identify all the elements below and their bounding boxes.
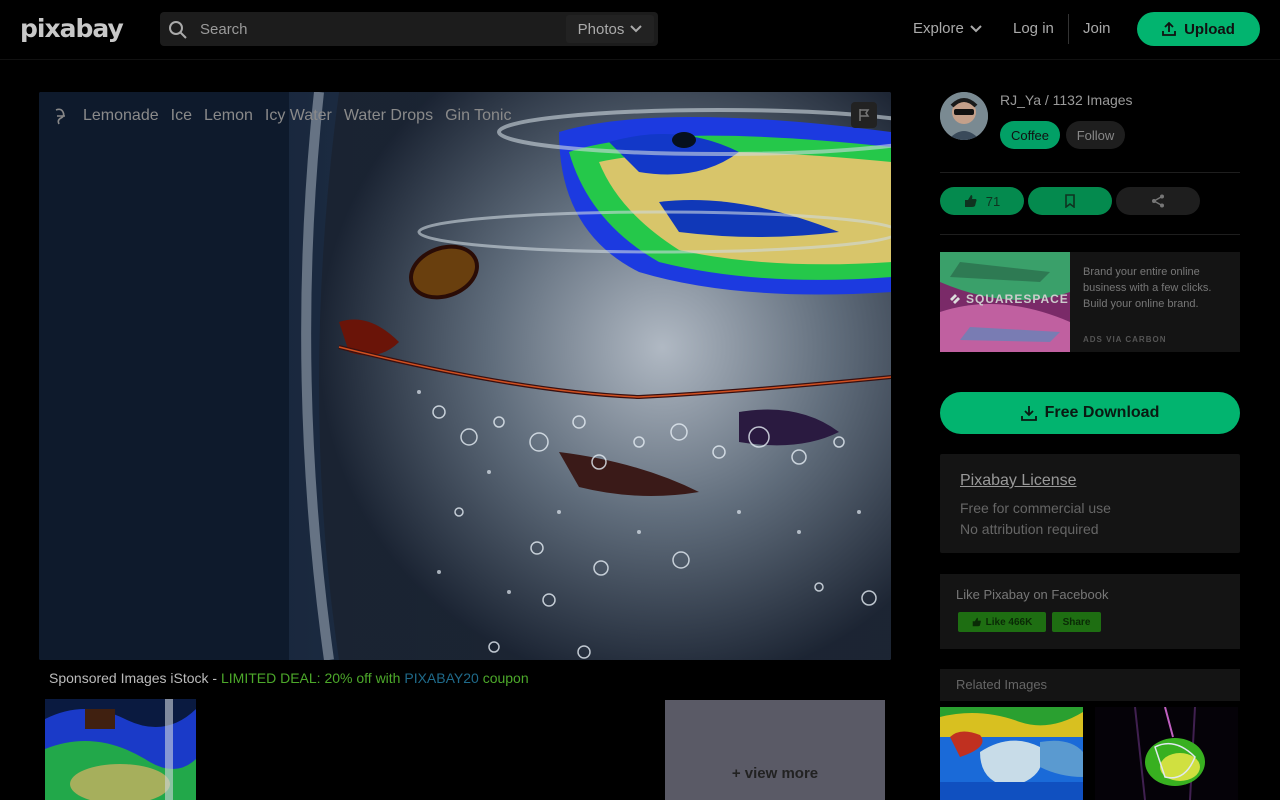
share-icon bbox=[1152, 194, 1164, 208]
related-image-artwork bbox=[1095, 707, 1238, 800]
related-image-artwork bbox=[940, 707, 1083, 800]
related-image[interactable] bbox=[1095, 707, 1238, 800]
main-photo[interactable]: Lemonade Ice Lemon Icy Water Water Drops… bbox=[39, 92, 891, 660]
chevron-down-icon bbox=[970, 24, 982, 32]
carbon-ad[interactable]: SQUARESPACE Brand your entire online bus… bbox=[940, 252, 1240, 352]
ad-image[interactable]: SQUARESPACE bbox=[940, 252, 1070, 352]
tag-ice[interactable]: Ice bbox=[171, 107, 192, 125]
search-type-label: Photos bbox=[577, 20, 625, 38]
sponsored-suffix[interactable]: coupon bbox=[479, 670, 529, 686]
author-name[interactable]: RJ_Ya / 1132 Images bbox=[1000, 92, 1133, 108]
license-commercial: Free for commercial use bbox=[960, 500, 1111, 516]
divider bbox=[940, 234, 1240, 235]
bookmark-button[interactable] bbox=[1028, 187, 1112, 215]
upload-button[interactable]: Upload bbox=[1137, 12, 1260, 46]
photo-artwork bbox=[39, 92, 891, 660]
search-icon[interactable] bbox=[168, 20, 188, 40]
tag-icy-water[interactable]: Icy Water bbox=[265, 107, 332, 125]
tag-lemon[interactable]: Lemon bbox=[204, 107, 253, 125]
tag-lemonade[interactable]: Lemonade bbox=[83, 107, 159, 125]
sponsored-deal[interactable]: LIMITED DEAL: 20% off with bbox=[221, 670, 404, 686]
upload-icon bbox=[1162, 22, 1176, 36]
ad-brand-label: SQUARESPACE bbox=[966, 292, 1069, 306]
squarespace-icon bbox=[950, 294, 960, 304]
author-avatar[interactable] bbox=[940, 92, 988, 140]
thumbs-up-icon bbox=[972, 617, 981, 627]
related-image[interactable] bbox=[940, 707, 1083, 800]
facebook-like-label: Like 466K bbox=[985, 616, 1033, 628]
author-avatar-artwork bbox=[940, 92, 988, 140]
tag-water-drops[interactable]: Water Drops bbox=[344, 107, 433, 125]
search-input[interactable] bbox=[200, 12, 560, 46]
related-images-header: Related Images bbox=[940, 669, 1240, 701]
chevron-down-icon bbox=[630, 25, 643, 33]
view-more-button[interactable]: + view more bbox=[665, 700, 885, 800]
login-link[interactable]: Log in bbox=[1013, 20, 1054, 37]
sponsored-prefix: Sponsored Images iStock - bbox=[49, 670, 221, 686]
license-attribution: No attribution required bbox=[960, 521, 1099, 537]
report-button[interactable] bbox=[851, 102, 877, 128]
like-button[interactable]: 71 bbox=[940, 187, 1024, 215]
facebook-share-button[interactable]: Share bbox=[1052, 612, 1101, 632]
license-box: Pixabay License Free for commercial use … bbox=[940, 454, 1240, 553]
nav-divider bbox=[1068, 14, 1069, 44]
search-bar: Photos bbox=[160, 12, 658, 46]
upload-label: Upload bbox=[1184, 20, 1235, 38]
explore-menu[interactable]: Explore bbox=[913, 20, 982, 37]
sponsored-thumbnail-artwork bbox=[45, 699, 196, 800]
thumbs-up-icon bbox=[964, 195, 977, 207]
site-header: pixabay Photos Explore Log in Join Uploa… bbox=[0, 0, 1280, 60]
license-link[interactable]: Pixabay License bbox=[960, 472, 1077, 490]
related-images-title: Related Images bbox=[956, 677, 1048, 692]
sponsored-code[interactable]: PIXABAY20 bbox=[404, 670, 478, 686]
free-download-button[interactable]: Free Download bbox=[940, 392, 1240, 434]
share-button[interactable] bbox=[1116, 187, 1200, 215]
join-link[interactable]: Join bbox=[1083, 20, 1111, 37]
coffee-button[interactable]: Coffee bbox=[1000, 121, 1060, 149]
like-count: 71 bbox=[985, 193, 1001, 209]
search-type-dropdown[interactable]: Photos bbox=[566, 15, 654, 43]
ad-via[interactable]: ADS VIA CARBON bbox=[1083, 335, 1166, 344]
pixabay-logo[interactable]: pixabay bbox=[20, 14, 124, 43]
tag-gin-tonic[interactable]: Gin Tonic bbox=[445, 107, 511, 125]
sponsored-line: Sponsored Images iStock - LIMITED DEAL: … bbox=[49, 670, 529, 686]
download-icon bbox=[1020, 406, 1037, 421]
explore-label: Explore bbox=[913, 20, 964, 37]
tag-icon bbox=[55, 108, 65, 125]
flag-icon bbox=[859, 109, 870, 121]
free-download-label: Free Download bbox=[1044, 404, 1160, 421]
divider bbox=[940, 172, 1240, 173]
follow-button[interactable]: Follow bbox=[1066, 121, 1125, 149]
facebook-box: Like Pixabay on Facebook Like 466K Share bbox=[940, 574, 1240, 649]
facebook-title: Like Pixabay on Facebook bbox=[956, 587, 1109, 602]
sponsored-thumbnail[interactable] bbox=[45, 699, 196, 800]
tag-list: Lemonade Ice Lemon Icy Water Water Drops… bbox=[51, 106, 511, 126]
facebook-like-button[interactable]: Like 466K bbox=[958, 612, 1046, 632]
bookmark-icon bbox=[1065, 194, 1075, 208]
ad-text[interactable]: Brand your entire online business with a… bbox=[1083, 264, 1233, 312]
ad-brand: SQUARESPACE bbox=[948, 292, 1069, 306]
